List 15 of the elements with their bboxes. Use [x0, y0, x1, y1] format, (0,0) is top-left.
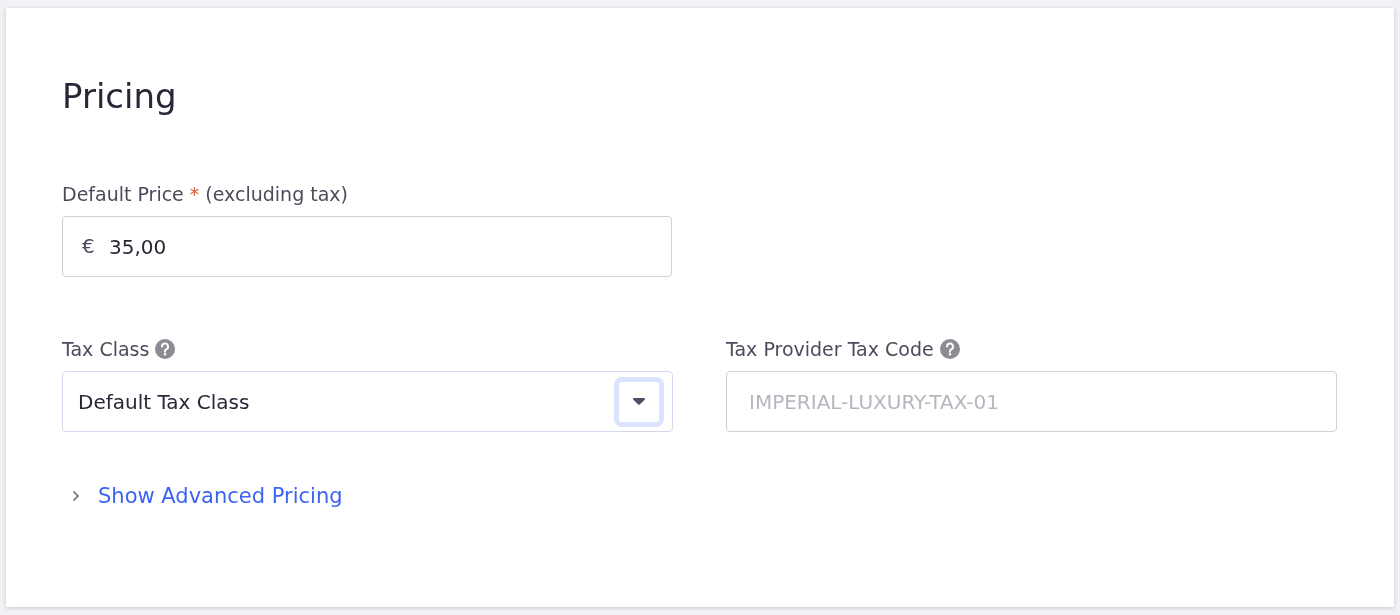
currency-symbol: €: [82, 233, 95, 259]
field-label: Default Price: [62, 183, 184, 205]
help-icon[interactable]: [939, 339, 960, 359]
caret-icon: [633, 398, 645, 405]
section-title: Pricing: [62, 76, 178, 116]
advanced-pricing-link[interactable]: Show Advanced Pricing: [98, 484, 343, 508]
tax-class-select[interactable]: Default Tax Class: [62, 371, 673, 432]
field-hint: (excluding tax): [205, 183, 348, 205]
field-label: Tax Class: [62, 338, 150, 360]
dropdown-button[interactable]: [614, 376, 664, 427]
field-label: Tax Provider Tax Code: [726, 338, 934, 360]
help-icon[interactable]: [155, 339, 176, 359]
chevron-icon[interactable]: [72, 490, 80, 502]
tax-code-field[interactable]: IMPERIAL-LUXURY-TAX-01: [726, 371, 1337, 432]
required-mark: *: [189, 183, 200, 205]
